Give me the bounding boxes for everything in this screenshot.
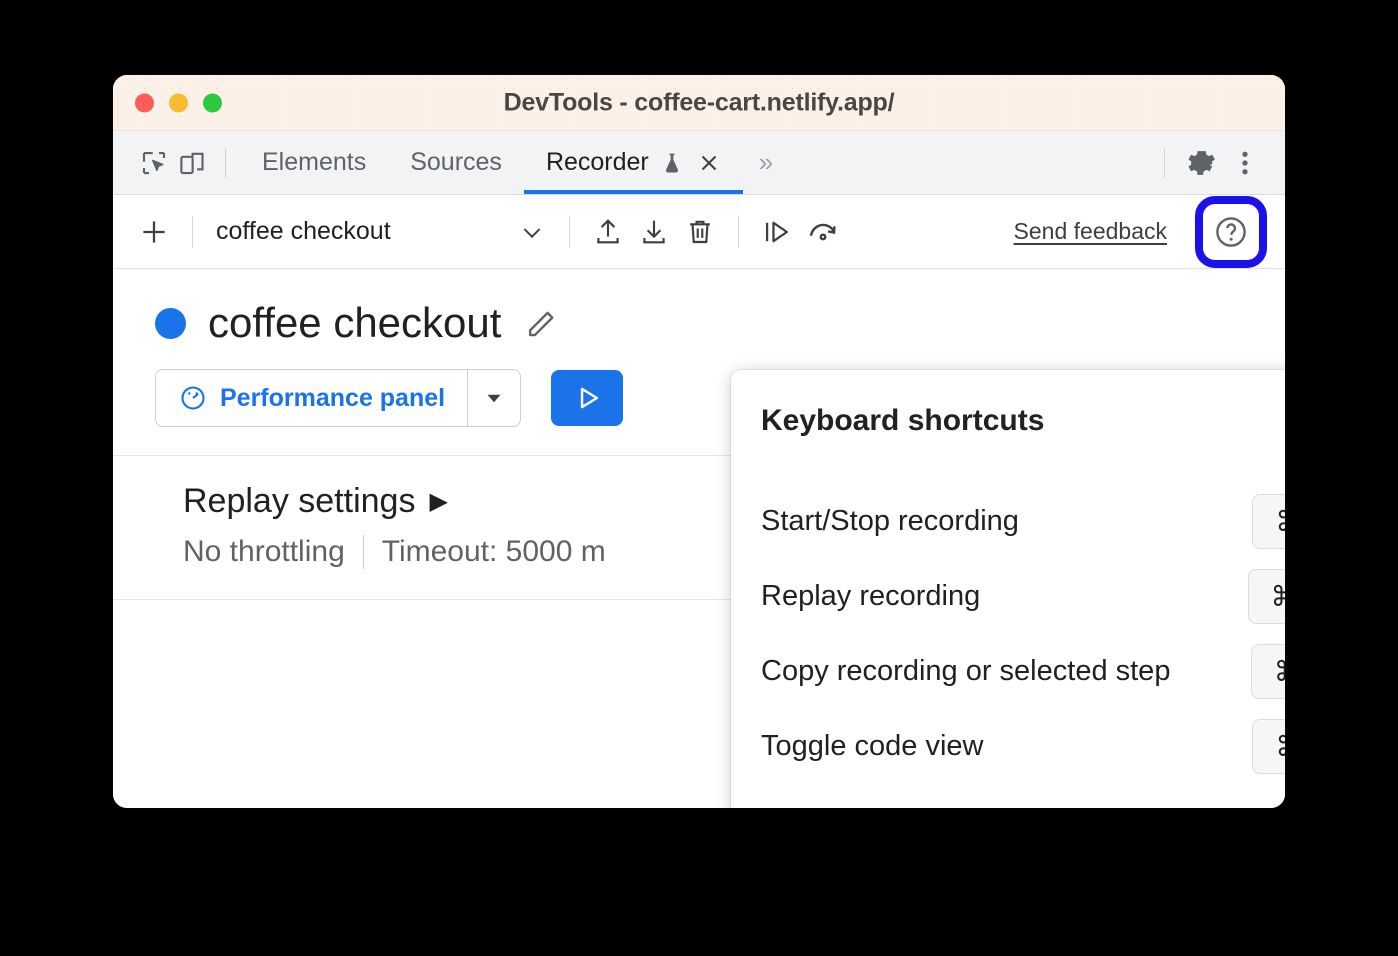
- tabbar-actions: [1150, 141, 1285, 185]
- chevron-down-icon: [518, 218, 546, 246]
- zoom-window-button[interactable]: [203, 93, 222, 112]
- shortcut-keys: ⌘ ↵: [1248, 569, 1285, 624]
- modifier-key: ⌘: [1271, 580, 1285, 613]
- tab-elements-label: Elements: [262, 148, 366, 177]
- export-upload-icon[interactable]: [585, 209, 631, 255]
- send-feedback-link[interactable]: Send feedback: [1014, 218, 1167, 245]
- modifier-key: ⌘: [1274, 655, 1285, 688]
- shortcut-label: Toggle code view: [761, 730, 983, 763]
- popover-title: Keyboard shortcuts: [761, 404, 1044, 438]
- window-title: DevTools - coffee-cart.netlify.app/: [504, 88, 895, 117]
- performance-panel-label: Performance panel: [220, 384, 445, 413]
- experimental-flask-icon: [660, 151, 684, 175]
- more-tabs-icon[interactable]: »: [743, 147, 789, 178]
- tab-recorder[interactable]: Recorder: [524, 131, 743, 194]
- tab-elements[interactable]: Elements: [240, 131, 388, 194]
- recording-title-row: coffee checkout: [113, 269, 1285, 347]
- step-over-icon[interactable]: [754, 209, 800, 255]
- shortcut-row: Replay recording ⌘ ↵: [761, 559, 1285, 634]
- devtools-window: DevTools - coffee-cart.netlify.app/ Elem…: [113, 75, 1285, 808]
- tab-recorder-close-icon[interactable]: [697, 151, 721, 175]
- tabbar-right-divider: [1164, 148, 1165, 178]
- timeout-value: Timeout: 5000 m: [382, 535, 606, 569]
- summary-divider: [363, 535, 364, 569]
- replay-settings-label: Replay settings: [183, 482, 415, 521]
- page-root: DevTools - coffee-cart.netlify.app/ Elem…: [0, 0, 1398, 956]
- recording-selector[interactable]: coffee checkout: [208, 217, 554, 246]
- popover-header: Keyboard shortcuts: [731, 370, 1285, 438]
- gear-icon[interactable]: [1179, 141, 1223, 185]
- inspect-element-icon[interactable]: [135, 144, 173, 182]
- recording-title: coffee checkout: [208, 299, 501, 347]
- replay-button[interactable]: [551, 370, 623, 426]
- shortcut-list: Start/Stop recording ⌘ E Replay recordin…: [731, 438, 1285, 784]
- minimize-window-button[interactable]: [169, 93, 188, 112]
- performance-panel-dropdown[interactable]: [468, 370, 520, 426]
- shortcut-keys: ⌘ E: [1252, 494, 1285, 549]
- tab-sources-label: Sources: [410, 148, 502, 177]
- help-button[interactable]: [1195, 196, 1267, 268]
- toolbar-divider-2: [569, 216, 570, 248]
- tab-sources[interactable]: Sources: [388, 131, 524, 194]
- shortcut-label: Start/Stop recording: [761, 505, 1019, 538]
- shortcut-row: Copy recording or selected step ⌘ C: [761, 634, 1285, 709]
- pencil-edit-icon[interactable]: [523, 304, 561, 342]
- shortcut-row: Start/Stop recording ⌘ E: [761, 484, 1285, 559]
- recording-status-dot: [155, 308, 186, 339]
- toolbar-divider-1: [192, 216, 193, 248]
- window-titlebar: DevTools - coffee-cart.netlify.app/: [113, 75, 1285, 131]
- shortcut-keys: ⌘ C: [1251, 644, 1285, 699]
- shortcut-row: Toggle code view ⌘ B: [761, 709, 1285, 784]
- devtools-tabbar: Elements Sources Recorder »: [113, 131, 1285, 195]
- close-window-button[interactable]: [135, 93, 154, 112]
- shortcut-label: Copy recording or selected step: [761, 655, 1170, 688]
- kebab-menu-icon[interactable]: [1223, 141, 1267, 185]
- recording-selector-value: coffee checkout: [216, 217, 508, 246]
- toolbar-divider-3: [738, 216, 739, 248]
- shortcut-label: Replay recording: [761, 580, 980, 613]
- shortcut-keys: ⌘ B: [1252, 719, 1285, 774]
- performance-panel-button[interactable]: Performance panel: [156, 370, 467, 426]
- throttling-value: No throttling: [183, 535, 345, 569]
- performance-panel-split-button[interactable]: Performance panel: [155, 369, 521, 427]
- recorder-toolbar: coffee checkout: [113, 195, 1285, 269]
- trash-icon[interactable]: [677, 209, 723, 255]
- performance-gauge-icon: [178, 383, 208, 413]
- tabbar-divider: [225, 148, 226, 178]
- modifier-key: ⌘: [1275, 730, 1285, 763]
- traffic-lights: [135, 93, 222, 112]
- tab-recorder-label: Recorder: [546, 148, 649, 177]
- toolbar-right-group: Send feedback: [1014, 196, 1267, 268]
- modifier-key: ⌘: [1275, 505, 1285, 538]
- replay-arrow-icon[interactable]: [800, 209, 846, 255]
- help-question-icon: [1212, 213, 1250, 251]
- import-download-icon[interactable]: [631, 209, 677, 255]
- keyboard-shortcuts-popover: Keyboard shortcuts Start/Stop recording …: [731, 370, 1285, 808]
- device-toolbar-icon[interactable]: [173, 144, 211, 182]
- disclosure-triangle-icon: ▶: [429, 490, 447, 514]
- plus-icon[interactable]: [131, 209, 177, 255]
